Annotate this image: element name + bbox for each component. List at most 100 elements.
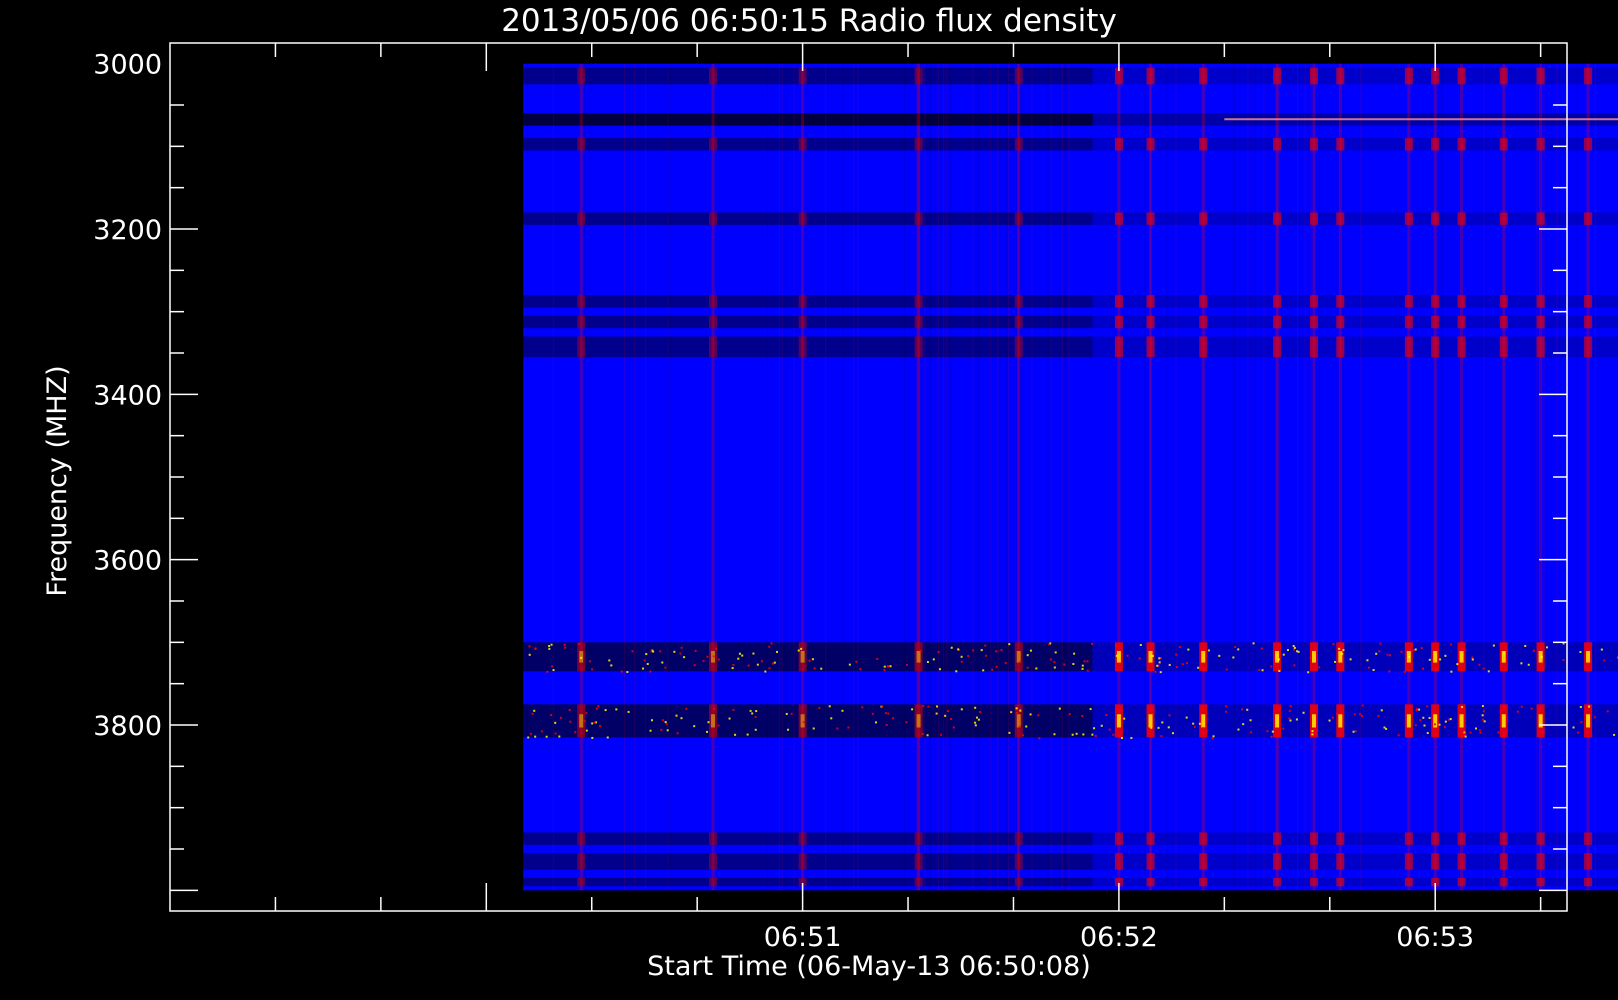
emission-speckle xyxy=(985,654,988,657)
emission-speckle xyxy=(1053,733,1056,736)
faint-streak xyxy=(645,63,647,891)
faint-streak xyxy=(552,63,554,891)
emission-speckle xyxy=(1475,727,1478,730)
emission-speckle xyxy=(855,660,858,663)
emission-speckle xyxy=(1309,656,1312,659)
emission-patch xyxy=(1499,832,1508,845)
time-streak xyxy=(1312,63,1316,891)
emission-speckle xyxy=(1192,722,1195,725)
y-tick-label: 3400 xyxy=(93,380,162,411)
emission-speckle xyxy=(957,648,960,651)
emission-speckle xyxy=(926,660,929,663)
faint-streak xyxy=(930,63,932,891)
faint-streak xyxy=(938,63,940,891)
emission-speckle xyxy=(1093,727,1096,730)
emission-speckle xyxy=(1388,670,1391,673)
emission-speckle xyxy=(1372,668,1375,671)
emission-speckle xyxy=(659,650,662,653)
emission-patch xyxy=(1536,138,1545,151)
emission-speckle xyxy=(1232,656,1235,659)
emission-speckle xyxy=(1120,736,1123,739)
emission-speckle xyxy=(1336,712,1339,715)
emission-patch xyxy=(1584,877,1593,887)
emission-patch xyxy=(1404,212,1413,225)
emission-patch xyxy=(1536,853,1545,870)
emission-speckle xyxy=(615,708,618,711)
emission-patch xyxy=(1457,877,1466,887)
y-tick-label: 3600 xyxy=(93,546,162,577)
emission-speckle xyxy=(1167,726,1170,729)
emission-patch xyxy=(1584,212,1593,225)
emission-patch xyxy=(1309,832,1318,845)
emission-patch xyxy=(1114,336,1123,358)
emission-speckle xyxy=(569,720,572,723)
emission-speckle xyxy=(1108,728,1111,731)
faint-streak xyxy=(1006,63,1008,891)
strong-emission-patch xyxy=(1459,714,1464,728)
emission-speckle xyxy=(1242,723,1245,726)
faint-streak xyxy=(634,63,636,891)
emission-patch xyxy=(1309,67,1318,85)
emission-speckle xyxy=(693,725,696,728)
emission-speckle xyxy=(1380,709,1383,712)
emission-speckle xyxy=(773,661,776,664)
emission-speckle xyxy=(554,732,557,735)
emission-speckle xyxy=(707,721,710,724)
emission-speckle xyxy=(1502,652,1505,655)
emission-patch xyxy=(1336,212,1345,225)
faint-streak xyxy=(1019,63,1021,891)
emission-patch xyxy=(1114,315,1123,329)
emission-patch xyxy=(1404,877,1413,887)
emission-patch xyxy=(577,138,586,151)
emission-speckle xyxy=(808,659,811,662)
emission-patch xyxy=(1457,67,1466,85)
emission-speckle xyxy=(1361,704,1364,707)
chart-title: 2013/05/06 06:50:15 Radio flux density xyxy=(501,3,1117,39)
time-streak xyxy=(1407,63,1411,891)
emission-patch xyxy=(1431,295,1440,308)
emission-speckle xyxy=(883,669,886,672)
strong-emission-patch xyxy=(800,714,805,728)
emission-patch xyxy=(1199,295,1208,308)
emission-speckle xyxy=(673,650,676,653)
emission-speckle xyxy=(1171,732,1174,735)
strong-emission-patch xyxy=(1459,651,1464,663)
emission-speckle xyxy=(1309,648,1312,651)
emission-speckle xyxy=(1379,642,1382,645)
emission-speckle xyxy=(702,659,705,662)
emission-speckle xyxy=(713,707,716,710)
emission-patch xyxy=(798,212,807,225)
emission-speckle xyxy=(752,652,755,655)
emission-speckle xyxy=(680,717,683,720)
x-tick-label: 06:52 xyxy=(1080,922,1158,953)
emission-patch xyxy=(1114,138,1123,151)
emission-speckle xyxy=(1151,654,1154,657)
emission-patch xyxy=(1336,138,1345,151)
emission-speckle xyxy=(1540,655,1543,658)
emission-speckle xyxy=(1414,648,1417,651)
emission-speckle xyxy=(1479,731,1482,734)
emission-speckle xyxy=(974,724,977,727)
emission-patch xyxy=(798,853,807,870)
emission-patch xyxy=(1114,853,1123,870)
faint-streak xyxy=(589,63,591,891)
emission-speckle xyxy=(534,647,537,650)
emission-speckle xyxy=(1377,715,1380,718)
emission-speckle xyxy=(1456,663,1459,666)
emission-speckle xyxy=(1212,735,1215,738)
faint-streak xyxy=(920,63,922,891)
emission-speckle xyxy=(737,657,740,660)
emission-speckle xyxy=(1154,670,1157,673)
emission-speckle xyxy=(977,718,980,721)
strong-emission-patch xyxy=(579,651,584,663)
emission-speckle xyxy=(1532,649,1535,652)
faint-streak xyxy=(1050,63,1052,891)
emission-speckle xyxy=(1094,734,1097,737)
emission-speckle xyxy=(679,652,682,655)
faint-streak xyxy=(1441,63,1443,891)
emission-speckle xyxy=(1503,705,1506,708)
emission-patch xyxy=(1499,853,1508,870)
emission-speckle xyxy=(1157,726,1160,729)
strong-emission-patch xyxy=(1016,714,1021,728)
emission-speckle xyxy=(768,645,771,648)
